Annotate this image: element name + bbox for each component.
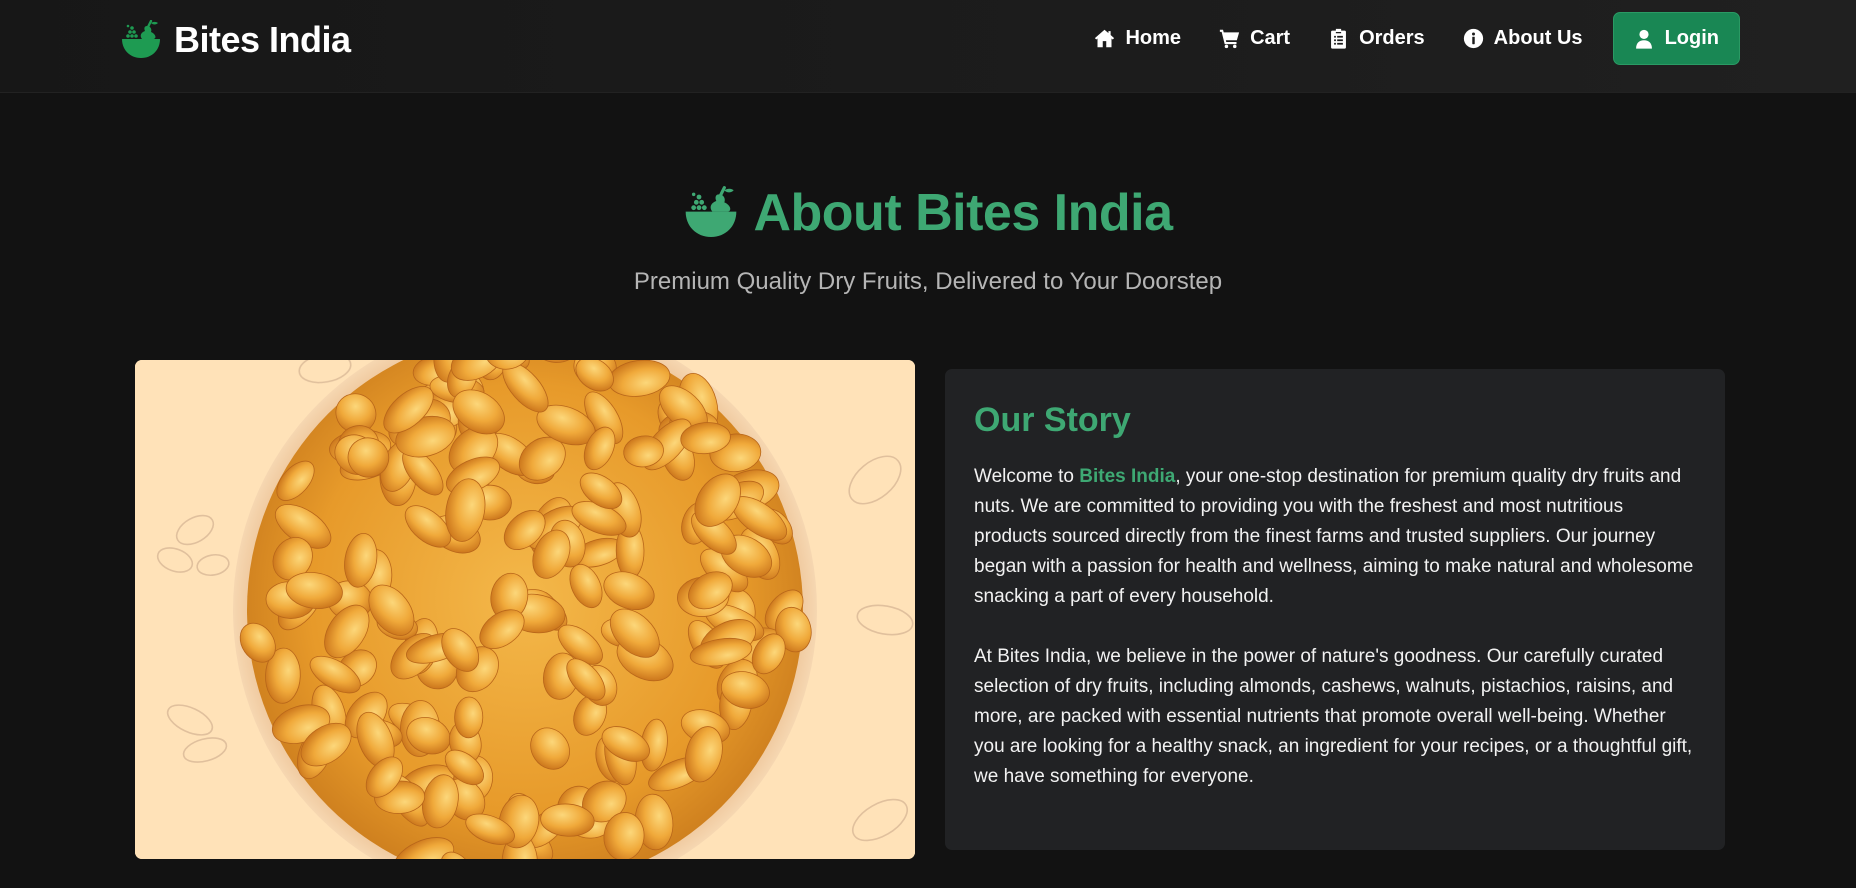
nav-item-label: About Us — [1493, 27, 1583, 49]
story-p1-suffix: , your one-stop destination for premium … — [974, 466, 1694, 607]
nav-item-label: Cart — [1250, 27, 1291, 49]
raisins-image — [135, 360, 915, 859]
info-circle-icon — [1463, 28, 1483, 49]
our-story-card: Our Story Welcome to Bites India, your o… — [945, 369, 1725, 850]
fruit-basket-icon — [122, 20, 160, 58]
raisin-shape — [454, 696, 484, 739]
story-paragraph-1: Welcome to Bites India, your one-stop de… — [974, 462, 1696, 612]
page-title: About Bites India — [753, 184, 1173, 242]
clipboard-icon — [1331, 28, 1347, 49]
story-heading: Our Story — [974, 401, 1131, 439]
user-icon — [1635, 29, 1652, 49]
fruit-basket-icon — [686, 186, 737, 237]
top-navbar: Bites India Home Cart Orders About Us Lo… — [0, 0, 1856, 93]
brand-name: Bites India — [174, 19, 351, 60]
page-subtitle: Premium Quality Dry Fruits, Delivered to… — [633, 268, 1223, 295]
login-button-label: Login — [1664, 27, 1719, 49]
story-p1-prefix: Welcome to — [974, 466, 1080, 487]
nav-item-label: Orders — [1359, 27, 1425, 49]
nav-item-orders[interactable]: Orders — [1309, 12, 1444, 65]
page-title-row: About Bites India — [0, 183, 1856, 243]
cart-icon — [1219, 29, 1240, 49]
nav-item-cart[interactable]: Cart — [1200, 12, 1309, 65]
nav-links: Home Cart Orders About Us Login — [1075, 12, 1740, 65]
brand-highlight: Bites India — [1079, 466, 1176, 487]
nav-item-label: Home — [1125, 27, 1182, 49]
brand-link[interactable]: Bites India — [120, 18, 351, 62]
login-button[interactable]: Login — [1612, 12, 1740, 65]
home-icon — [1095, 29, 1115, 48]
story-paragraph-2: At Bites India, we believe in the power … — [974, 646, 1693, 787]
nav-item-about-us[interactable]: About Us — [1444, 12, 1602, 65]
nav-item-home[interactable]: Home — [1075, 12, 1200, 65]
